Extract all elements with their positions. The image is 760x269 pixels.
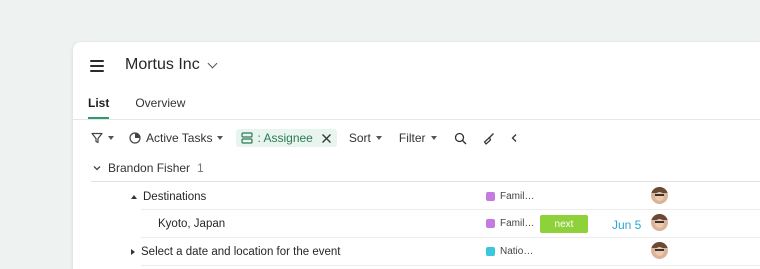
task-name: Select a date and location for the event <box>141 246 341 258</box>
expand-triangle-icon[interactable] <box>131 249 135 255</box>
filter-label: Filter <box>398 131 426 145</box>
group-name: Brandon Fisher <box>108 161 191 175</box>
page-title: Mortus Inc <box>125 56 200 73</box>
toolbar: Active Tasks : Assignee Sort Filter <box>91 128 518 148</box>
avatar[interactable] <box>651 214 668 231</box>
caret-down-icon <box>217 136 224 140</box>
filter-button[interactable]: Filter <box>399 131 437 145</box>
task-row[interactable]: Select a date and location for the event… <box>73 238 760 266</box>
group-count: 1 <box>197 161 204 175</box>
search-icon[interactable] <box>454 132 467 145</box>
project-name: Famil… <box>500 218 535 229</box>
chevron-down-icon <box>207 58 218 68</box>
status-badge[interactable]: next <box>540 215 588 233</box>
task-row[interactable]: Destinations Famil… <box>73 183 760 211</box>
pie-icon <box>129 132 141 144</box>
chevron-left-icon[interactable] <box>510 133 518 143</box>
active-tasks-label: Active Tasks <box>146 131 213 145</box>
funnel-icon <box>91 132 103 144</box>
tab-list[interactable]: List <box>88 96 110 119</box>
task-name: Destinations <box>143 191 207 203</box>
assignee-group-header[interactable]: Brandon Fisher 1 <box>93 161 204 175</box>
sort-label: Sort <box>348 131 371 145</box>
row-divider <box>141 265 760 266</box>
project-name: Natio… <box>500 246 534 257</box>
due-date[interactable]: Jun 5 <box>612 218 641 232</box>
collapse-triangle-icon[interactable] <box>131 195 137 199</box>
broom-icon[interactable] <box>482 132 495 145</box>
tab-overview[interactable]: Overview <box>135 96 185 119</box>
project-color-square <box>486 219 495 228</box>
caret-down-icon <box>375 136 382 140</box>
project-name: Famil… <box>500 191 535 202</box>
project-tag[interactable]: Famil… <box>486 191 534 202</box>
task-name: Kyoto, Japan <box>158 218 226 230</box>
group-divider <box>91 181 760 182</box>
tab-divider <box>73 119 760 120</box>
avatar[interactable] <box>651 242 668 259</box>
group-by-icon <box>241 132 254 144</box>
task-row[interactable]: Kyoto, Japan Famil… next Jun 5 <box>73 210 760 238</box>
sort-button[interactable]: Sort <box>349 131 382 145</box>
project-tag[interactable]: Natio… <box>486 246 533 257</box>
project-tag[interactable]: Famil… <box>486 218 534 229</box>
menu-icon[interactable] <box>90 60 104 72</box>
filter-funnel-button[interactable] <box>91 132 114 144</box>
assignee-chip-label: : Assignee <box>257 131 313 145</box>
view-tabs: List Overview <box>88 96 185 119</box>
main-panel: Mortus Inc List Overview Active Tasks : … <box>73 42 760 269</box>
project-color-square <box>486 192 495 201</box>
assignee-group-chip[interactable]: : Assignee <box>236 129 337 147</box>
avatar[interactable] <box>651 187 668 204</box>
active-tasks-button[interactable]: Active Tasks <box>129 131 224 145</box>
caret-down-icon <box>430 136 437 140</box>
chevron-down-icon <box>93 166 101 171</box>
project-color-square <box>486 247 495 256</box>
close-icon[interactable] <box>321 133 332 144</box>
caret-down-icon <box>108 136 114 140</box>
workspace-switcher[interactable]: Mortus Inc <box>125 56 218 74</box>
